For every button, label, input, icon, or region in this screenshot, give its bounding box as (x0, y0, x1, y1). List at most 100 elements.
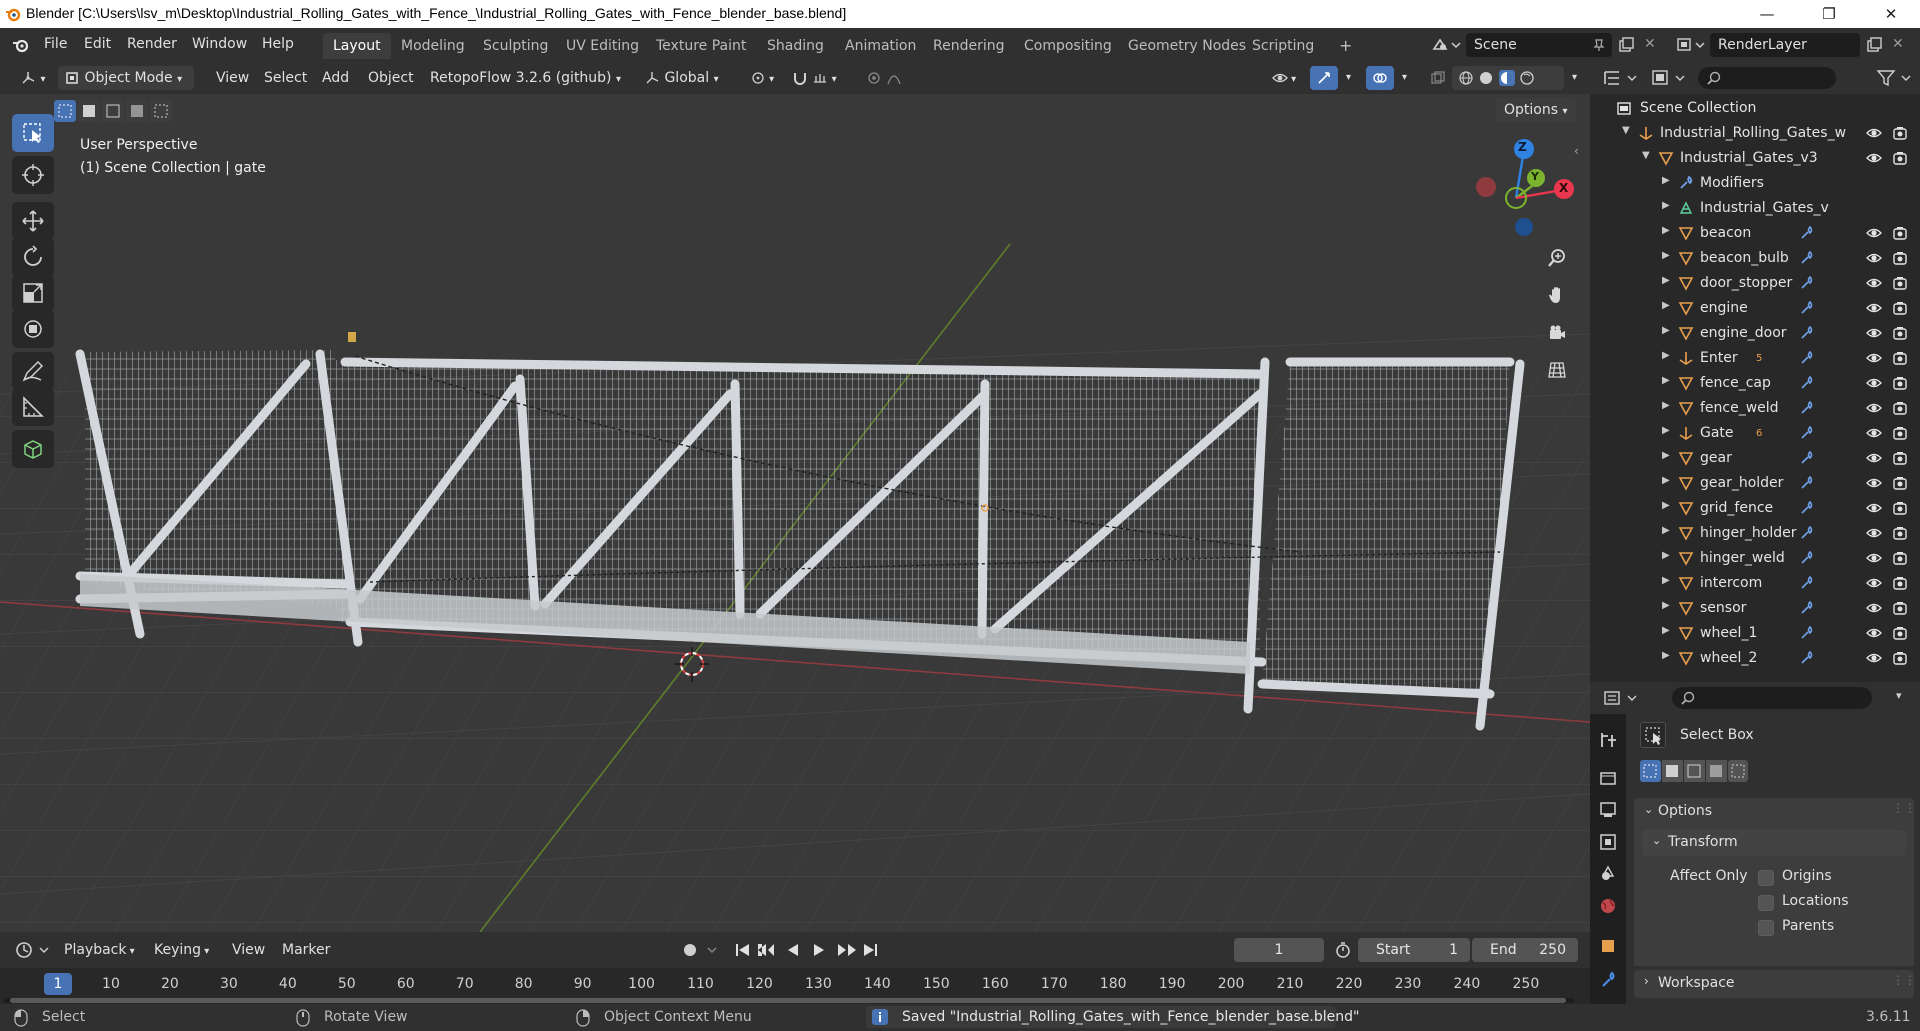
outliner-item[interactable]: ▶ intercom (1590, 571, 1920, 596)
visibility-eye-icon[interactable] (1866, 375, 1882, 391)
visibility-eye-icon[interactable] (1866, 625, 1882, 641)
locations-checkbox[interactable] (1758, 895, 1774, 911)
outliner-item[interactable]: ▶ engine (1590, 296, 1920, 321)
expand-arrow-right-icon[interactable]: ▶ (1662, 625, 1670, 636)
world-tab-icon[interactable] (1598, 896, 1618, 916)
render-camera-icon[interactable] (1892, 350, 1908, 366)
tab-compositing[interactable]: Compositing (1014, 33, 1122, 59)
expand-arrow-right-icon[interactable]: ▶ (1662, 550, 1670, 561)
visibility-eye-icon[interactable] (1866, 575, 1882, 591)
new-scene-icon[interactable] (1618, 37, 1634, 53)
expand-arrow-right-icon[interactable]: ▶ (1662, 400, 1670, 411)
expand-arrow-down-icon[interactable]: ▼ (1642, 150, 1650, 161)
snap-toggle[interactable]: ▾ (786, 66, 843, 90)
editor-type-selector[interactable]: ▾ (14, 66, 52, 90)
render-camera-icon[interactable] (1892, 250, 1908, 266)
viewport-options-dropdown[interactable]: Options ▾ (1496, 98, 1576, 122)
solid-shading-icon[interactable] (1478, 70, 1494, 86)
close-button[interactable]: ✕ (1868, 0, 1914, 28)
parents-checkbox[interactable] (1758, 920, 1774, 936)
tab-geometry-nodes[interactable]: Geometry Nodes (1118, 33, 1256, 59)
ortho-toggle-button[interactable] (1540, 353, 1574, 387)
visibility-eye-icon[interactable] (1866, 500, 1882, 516)
minimize-button[interactable]: — (1744, 0, 1790, 28)
delete-view-layer-icon[interactable]: ✕ (1892, 36, 1904, 52)
expand-arrow-right-icon[interactable]: ▶ (1662, 325, 1670, 336)
visibility-eye-icon[interactable] (1866, 400, 1882, 416)
expand-arrow-right-icon[interactable]: ▶ (1662, 200, 1670, 211)
annotate-tool[interactable] (12, 352, 54, 390)
tab-shading[interactable]: Shading (757, 33, 834, 59)
outliner-item[interactable]: ▶ wheel_1 (1590, 621, 1920, 646)
expand-arrow-right-icon[interactable]: ▶ (1662, 350, 1670, 361)
drag-handle-icon[interactable]: ⋮⋮ (1892, 973, 1916, 987)
expand-arrow-right-icon[interactable]: ▶ (1662, 475, 1670, 486)
pan-button[interactable] (1540, 278, 1574, 312)
expand-arrow-right-icon[interactable]: ▶ (1662, 500, 1670, 511)
outliner-item[interactable]: ▶ beacon (1590, 221, 1920, 246)
expand-arrow-right-icon[interactable]: ▶ (1662, 650, 1670, 661)
playback-controls[interactable] (732, 940, 882, 960)
outliner-item[interactable]: ▶ wheel_2 (1590, 646, 1920, 671)
expand-arrow-down-icon[interactable]: ▼ (1622, 125, 1630, 136)
expand-arrow-right-icon[interactable]: ▶ (1662, 225, 1670, 236)
visibility-eye-icon[interactable] (1866, 650, 1882, 666)
expand-arrow-right-icon[interactable]: ▶ (1662, 375, 1670, 386)
render-camera-icon[interactable] (1892, 625, 1908, 641)
orientation-dropdown[interactable]: Global ▾ (638, 66, 725, 90)
proportional-editing-toggle[interactable] (860, 66, 908, 90)
jump-start-icon[interactable] (736, 944, 749, 956)
overlays-dropdown-icon[interactable]: ▾ (1396, 66, 1413, 90)
render-camera-icon[interactable] (1892, 400, 1908, 416)
tab-layout[interactable]: Layout (323, 33, 391, 59)
properties-options-chevron-icon[interactable]: ▾ (1896, 689, 1902, 702)
render-camera-icon[interactable] (1892, 600, 1908, 616)
visibility-eye-icon[interactable] (1866, 350, 1882, 366)
gizmo-toggle[interactable] (1310, 66, 1338, 90)
properties-editor-type[interactable] (1602, 688, 1642, 708)
tab-modeling[interactable]: Modeling (391, 33, 475, 59)
visibility-eye-icon[interactable] (1866, 250, 1882, 266)
render-camera-icon[interactable] (1892, 275, 1908, 291)
mode-dropdown[interactable]: Object Mode ▾ (58, 66, 194, 90)
timeline-ruler[interactable]: 1 10 20 30 40 50 60 70 80 90 100 110 120 130 140 150 160… (0, 968, 1590, 1004)
visibility-eye-icon[interactable] (1866, 125, 1882, 141)
move-tool[interactable] (12, 202, 54, 240)
tab-scripting[interactable]: Scripting (1242, 33, 1324, 59)
render-camera-icon[interactable] (1892, 575, 1908, 591)
add-workspace-button[interactable]: + (1329, 33, 1362, 59)
render-camera-icon[interactable] (1892, 650, 1908, 666)
outliner-item[interactable]: ▶ gear (1590, 446, 1920, 471)
pin-icon[interactable] (1592, 38, 1606, 52)
outliner-item[interactable]: ▶ fence_cap (1590, 371, 1920, 396)
timeline-scrollbar-thumb[interactable] (10, 998, 1566, 1003)
render-camera-icon[interactable] (1892, 475, 1908, 491)
tab-uv-editing[interactable]: UV Editing (556, 33, 649, 59)
render-camera-icon[interactable] (1892, 525, 1908, 541)
delete-scene-icon[interactable]: ✕ (1644, 36, 1656, 52)
gizmo-dropdown-icon[interactable]: ▾ (1340, 66, 1357, 90)
auto-keying-toggle[interactable] (676, 940, 722, 960)
outliner-scene-collection[interactable]: Scene Collection (1590, 96, 1920, 121)
tab-sculpting[interactable]: Sculpting (473, 33, 558, 59)
expand-arrow-right-icon[interactable]: ▶ (1662, 575, 1670, 586)
render-camera-icon[interactable] (1892, 300, 1908, 316)
expand-arrow-right-icon[interactable]: ▶ (1662, 175, 1670, 186)
outliner-item[interactable]: ▶ Gate 6 (1590, 421, 1920, 446)
wireframe-shading-icon[interactable] (1458, 70, 1474, 86)
play-reverse-icon[interactable] (788, 944, 798, 956)
pivot-point-dropdown[interactable]: ▾ (744, 66, 780, 90)
filter-dropdown[interactable] (1876, 68, 1916, 88)
start-frame-field[interactable]: Start 1 (1358, 938, 1470, 962)
modifier-tab-icon[interactable] (1598, 970, 1618, 990)
cursor-tool[interactable] (12, 156, 54, 194)
display-mode-dropdown[interactable] (1650, 68, 1690, 88)
3d-viewport[interactable]: Z Y X User Perspective (1) Scene Collect… (0, 94, 1590, 932)
timeline-view-menu[interactable]: View (226, 938, 271, 962)
shading-dropdown-icon[interactable]: ▾ (1566, 66, 1583, 90)
jump-end-icon[interactable] (864, 944, 877, 956)
tool-settings-tab-icon[interactable] (1598, 730, 1618, 750)
scene-selector-icon[interactable] (1432, 37, 1462, 53)
outliner-item[interactable]: ▶ Modifiers (1590, 171, 1920, 196)
expand-arrow-right-icon[interactable]: ▶ (1662, 250, 1670, 261)
